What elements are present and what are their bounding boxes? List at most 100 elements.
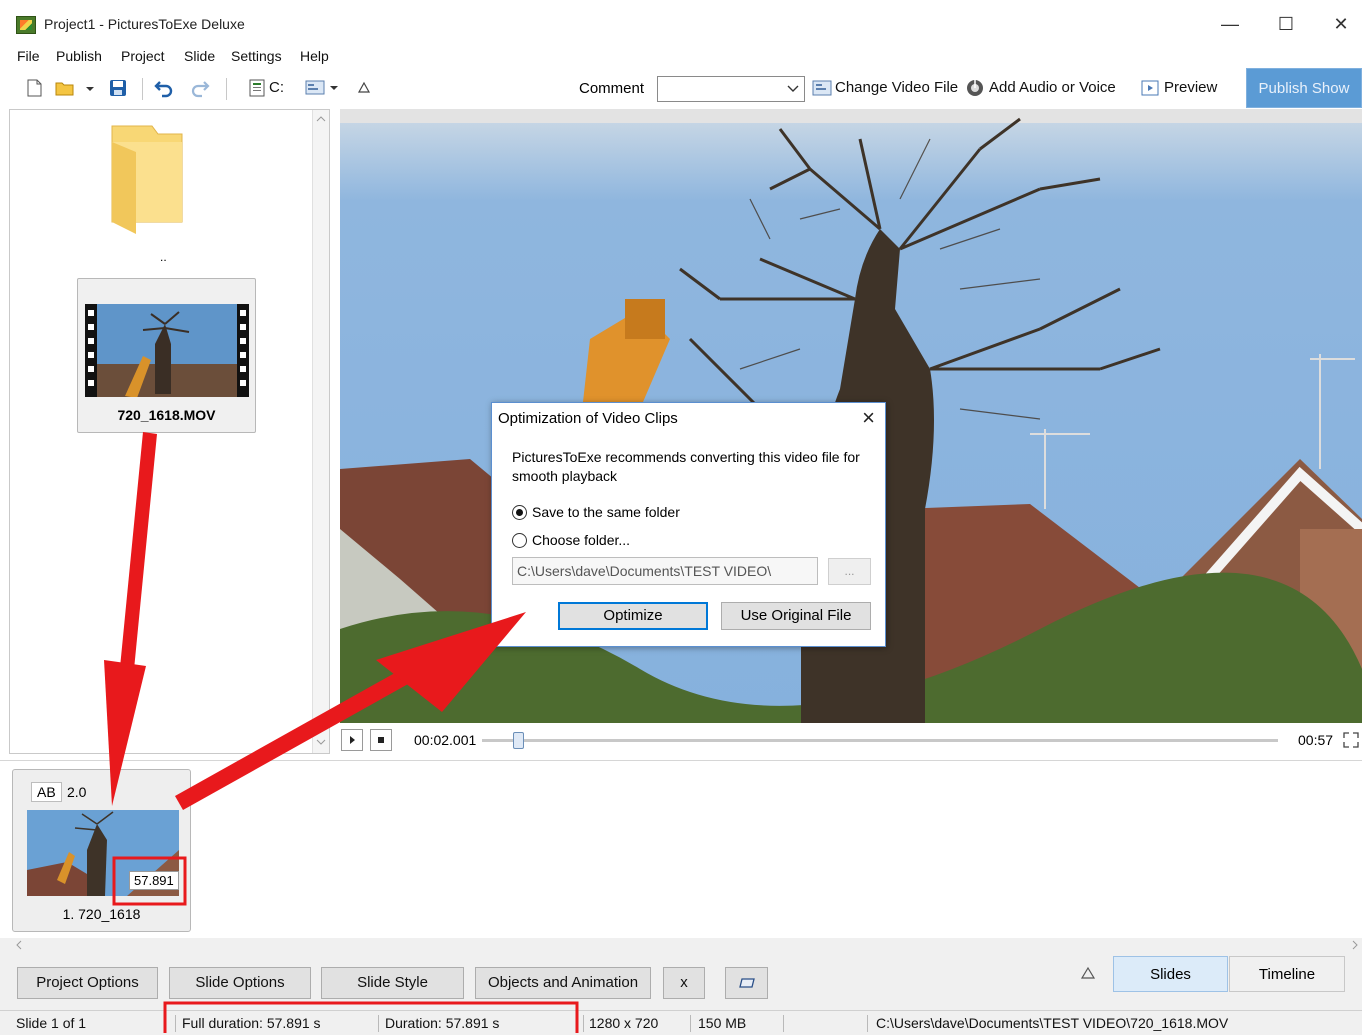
status-separator [690, 1015, 691, 1032]
use-original-button[interactable]: Use Original File [721, 602, 871, 630]
redo-icon[interactable] [190, 78, 210, 98]
play-button[interactable] [341, 729, 363, 751]
folder-icon[interactable] [108, 122, 186, 234]
view-mode-icon[interactable] [305, 78, 327, 98]
status-bar: Slide 1 of 1 Full duration: 57.891 s Dur… [0, 1010, 1362, 1035]
chevron-down-icon[interactable] [328, 78, 340, 98]
window-title: Project1 - PicturesToExe Deluxe [44, 16, 245, 32]
choose-folder-label[interactable]: Choose folder... [532, 532, 630, 548]
scroll-right-icon[interactable] [1350, 940, 1360, 950]
comment-select[interactable] [657, 76, 805, 102]
audio-icon[interactable] [965, 78, 985, 98]
file-thumbnail-card[interactable]: 720_1618.MOV [77, 278, 256, 433]
seek-thumb[interactable] [513, 732, 525, 749]
new-file-icon[interactable] [24, 78, 44, 98]
screen-toggle-button[interactable] [725, 967, 768, 999]
slide-options-button[interactable]: Slide Options [169, 967, 311, 999]
playback-bar: 00:02.001 00:57 [336, 724, 1362, 758]
status-slide: Slide 1 of 1 [16, 1015, 87, 1031]
optimize-button[interactable]: Optimize [558, 602, 708, 630]
project-options-button[interactable]: Project Options [17, 967, 158, 999]
status-resolution: 1280 x 720 [589, 1015, 659, 1031]
optimization-dialog: Optimization of Video Clips × PicturesTo… [491, 402, 886, 647]
objects-animation-button[interactable]: Objects and Animation [475, 967, 651, 999]
preview-icon[interactable] [1140, 78, 1160, 98]
transition-badge[interactable]: AB [31, 782, 62, 802]
transition-duration: 2.0 [67, 784, 87, 800]
slide-strip: AB 2.0 57.891 1. 720_1618 [0, 760, 1362, 938]
same-folder-label[interactable]: Save to the same folder [532, 504, 680, 520]
app-icon [16, 16, 36, 34]
radio-same-folder[interactable] [512, 505, 527, 520]
menu-file[interactable]: File [17, 48, 40, 64]
menu-settings[interactable]: Settings [231, 48, 282, 64]
chevron-down-icon[interactable] [83, 78, 97, 98]
dialog-title: Optimization of Video Clips [498, 410, 678, 427]
browse-button[interactable]: ... [828, 558, 871, 585]
status-separator [583, 1015, 584, 1032]
tab-timeline[interactable]: Timeline [1229, 956, 1345, 992]
current-time: 00:02.001 [414, 732, 477, 748]
tab-slides[interactable]: Slides [1113, 956, 1228, 992]
title-bar: Project1 - PicturesToExe Deluxe — ☐ ✕ [0, 0, 1362, 46]
status-full-duration: Full duration: 57.891 s [182, 1015, 321, 1031]
scroll-down-icon[interactable] [316, 737, 326, 747]
dialog-message: PicturesToExe recommends converting this… [512, 449, 860, 484]
triangle-up-icon[interactable] [1080, 966, 1096, 980]
folder-path-field[interactable]: C:\Users\dave\Documents\TEST VIDEO\ [512, 557, 818, 585]
publish-show-button[interactable]: Publish Show [1246, 68, 1362, 108]
slide-card[interactable]: AB 2.0 57.891 1. 720_1618 [12, 769, 191, 932]
status-path: C:\Users\dave\Documents\TEST VIDEO\720_1… [876, 1015, 1229, 1031]
status-separator [378, 1015, 379, 1032]
screen-icon [738, 978, 755, 988]
triangle-up-icon[interactable] [356, 78, 372, 98]
play-icon [350, 736, 355, 744]
seek-track[interactable] [482, 732, 1278, 749]
menu-bar: File Publish Project Slide Settings Help [0, 46, 1362, 68]
menu-help[interactable]: Help [300, 48, 329, 64]
scroll-left-icon[interactable] [14, 940, 24, 950]
menu-project[interactable]: Project [121, 48, 165, 64]
close-button[interactable]: ✕ [1326, 10, 1356, 38]
slide-style-button[interactable]: Slide Style [321, 967, 464, 999]
fullscreen-icon[interactable] [1341, 730, 1361, 750]
toolbar: C: Comment Change Video File Add Audio o… [0, 68, 1362, 108]
undo-icon[interactable] [154, 78, 174, 98]
chevron-down-icon [787, 85, 799, 92]
minimize-button[interactable]: — [1215, 10, 1245, 38]
stop-icon [378, 737, 384, 743]
add-audio-button[interactable]: Add Audio or Voice [989, 79, 1116, 96]
total-time: 00:57 [1298, 732, 1334, 748]
drive-icon[interactable] [247, 78, 267, 98]
file-browser-panel: .. 720_1618.MOV [9, 109, 330, 754]
status-duration: Duration: 57.891 s [385, 1015, 500, 1031]
dialog-close-icon[interactable]: × [862, 405, 875, 431]
slide-caption: 1. 720_1618 [62, 906, 141, 922]
file-name-label: 720_1618.MOV [117, 407, 216, 423]
save-icon[interactable] [108, 78, 128, 98]
menu-publish[interactable]: Publish [56, 48, 102, 64]
horizontal-scrollbar[interactable] [0, 938, 1362, 952]
stop-button[interactable] [370, 729, 392, 751]
comment-label: Comment [579, 80, 645, 97]
maximize-button[interactable]: ☐ [1271, 10, 1301, 38]
status-separator [867, 1015, 868, 1032]
parent-folder-label: .. [160, 250, 167, 264]
scroll-up-icon[interactable] [316, 114, 326, 124]
status-size: 150 MB [698, 1015, 747, 1031]
status-separator [175, 1015, 176, 1032]
open-folder-icon[interactable] [55, 78, 75, 98]
radio-choose-folder[interactable] [512, 533, 527, 548]
change-video-button[interactable]: Change Video File [835, 79, 958, 96]
menu-slide[interactable]: Slide [184, 48, 215, 64]
toolbar-separator [142, 78, 143, 100]
duration-badge[interactable]: 57.891 [129, 871, 179, 890]
preview-button[interactable]: Preview [1164, 79, 1217, 96]
vertical-scrollbar[interactable] [312, 110, 329, 753]
status-separator [783, 1015, 784, 1032]
x-button[interactable]: x [663, 967, 705, 999]
video-file-icon[interactable] [812, 78, 832, 98]
video-thumbnail [85, 304, 249, 397]
toolbar-separator [226, 78, 227, 100]
drive-label[interactable]: C: [269, 79, 284, 96]
